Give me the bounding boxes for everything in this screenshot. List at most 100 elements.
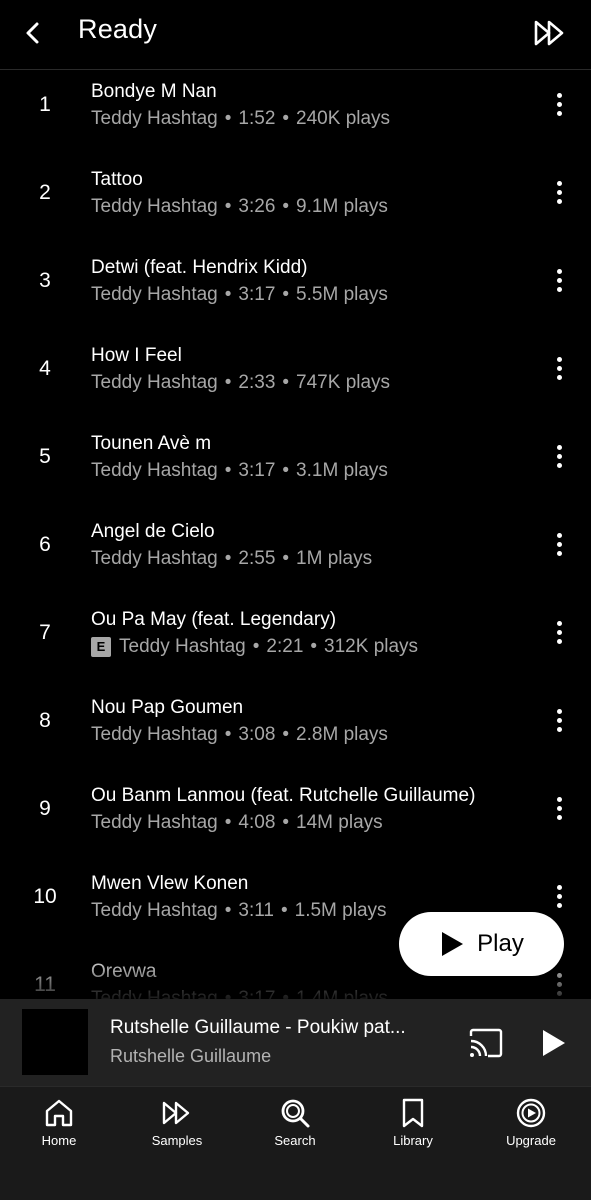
meta-separator: • <box>224 900 232 921</box>
more-dot <box>556 181 562 186</box>
track-artist: Teddy Hashtag <box>91 108 218 129</box>
more-dot <box>556 463 562 468</box>
library-icon <box>402 1098 424 1128</box>
nav-search[interactable]: Search <box>245 1097 345 1157</box>
mini-player[interactable]: Rutshelle Guillaume - Poukiw pat... Ruts… <box>0 999 591 1086</box>
track-row[interactable]: 8 Nou Pap Goumen Teddy Hashtag • 3:08 • … <box>0 687 591 775</box>
nav-library[interactable]: Library <box>363 1097 463 1157</box>
meta-separator: • <box>224 724 232 745</box>
more-dot <box>556 542 562 547</box>
play-icon <box>442 932 464 956</box>
track-number: 1 <box>39 93 51 116</box>
track-artist: Teddy Hashtag <box>91 372 218 393</box>
nav-home[interactable]: Home <box>9 1097 109 1157</box>
more-options-button[interactable] <box>549 973 569 999</box>
track-row[interactable]: 4 How I Feel Teddy Hashtag • 2:33 • 747K… <box>0 335 591 423</box>
more-options-button[interactable] <box>549 621 569 647</box>
track-meta: Teddy Hashtag • 1:52 • 240K plays <box>91 108 390 130</box>
track-row[interactable]: 5 Tounen Avè m Teddy Hashtag • 3:17 • 3.… <box>0 423 591 511</box>
track-plays: 3.1M plays <box>296 460 388 481</box>
track-number: 9 <box>39 797 51 820</box>
nav-samples[interactable]: Samples <box>127 1097 227 1157</box>
meta-separator: • <box>224 196 232 217</box>
meta-separator: • <box>224 284 232 305</box>
skip-forward-button[interactable] <box>533 18 567 48</box>
track-title: Ou Banm Lanmou (feat. Rutchelle Guillaum… <box>91 785 476 806</box>
more-dot <box>556 533 562 538</box>
back-button[interactable] <box>18 16 48 50</box>
more-dot <box>556 797 562 802</box>
bottom-nav: Home Samples Search Library Upgrade <box>0 1086 591 1200</box>
now-playing-title: Rutshelle Guillaume - Poukiw pat... <box>110 1017 406 1038</box>
mini-play-button[interactable] <box>538 1027 568 1059</box>
play-button[interactable]: Play <box>399 912 564 976</box>
track-row[interactable]: 3 Detwi (feat. Hendrix Kidd) Teddy Hasht… <box>0 247 591 335</box>
track-row[interactable]: 1 Bondye M Nan Teddy Hashtag • 1:52 • 24… <box>0 71 591 159</box>
home-icon <box>45 1099 73 1127</box>
meta-separator: • <box>224 548 232 569</box>
track-number: 8 <box>39 709 51 732</box>
chevron-left-icon <box>26 22 39 44</box>
track-duration: 1:52 <box>238 108 276 129</box>
play-icon <box>543 1030 565 1056</box>
track-row[interactable]: 9 Ou Banm Lanmou (feat. Rutchelle Guilla… <box>0 775 591 863</box>
track-plays: 2.8M plays <box>296 724 388 745</box>
track-number: 2 <box>39 181 51 204</box>
meta-separator: • <box>224 108 232 129</box>
now-playing-artist: Rutshelle Guillaume <box>110 1046 272 1066</box>
more-dot <box>556 630 562 635</box>
track-artist: Teddy Hashtag <box>91 724 218 745</box>
more-dot <box>556 621 562 626</box>
more-dot <box>556 709 562 714</box>
more-dot <box>556 102 562 107</box>
more-dot <box>556 982 562 987</box>
track-number: 5 <box>39 445 51 468</box>
header-bar: Ready <box>0 0 591 70</box>
more-options-button[interactable] <box>549 797 569 823</box>
track-meta: Teddy Hashtag • 3:17 • 1.4M plays <box>91 988 388 999</box>
track-artist: Teddy Hashtag <box>91 196 218 217</box>
more-dot <box>556 991 562 996</box>
more-options-button[interactable] <box>549 269 569 295</box>
more-dot <box>556 269 562 274</box>
track-duration: 3:17 <box>238 988 276 999</box>
track-meta: Teddy Hashtag • 3:17 • 3.1M plays <box>91 460 388 482</box>
track-artist: Teddy Hashtag <box>91 460 218 481</box>
track-duration: 4:08 <box>238 812 276 833</box>
explicit-badge: E <box>91 637 111 657</box>
track-plays: 312K plays <box>324 636 419 657</box>
more-options-button[interactable] <box>549 181 569 207</box>
nav-upgrade[interactable]: Upgrade <box>481 1097 581 1157</box>
more-options-button[interactable] <box>549 885 569 911</box>
meta-separator: • <box>282 284 290 305</box>
track-meta: Teddy Hashtag • 3:08 • 2.8M plays <box>91 724 388 746</box>
track-duration: 2:33 <box>238 372 276 393</box>
track-plays: 1.4M plays <box>296 988 388 999</box>
track-row[interactable]: 7 Ou Pa May (feat. Legendary) E Teddy Ha… <box>0 599 591 687</box>
upgrade-icon <box>516 1098 546 1128</box>
track-title: Angel de Cielo <box>91 521 215 542</box>
more-options-button[interactable] <box>549 709 569 735</box>
track-title: Nou Pap Goumen <box>91 697 244 718</box>
nav-search-label: Search <box>274 1133 316 1148</box>
more-dot <box>556 903 562 908</box>
more-dot <box>556 111 562 116</box>
cast-button[interactable] <box>468 1027 504 1059</box>
album-art <box>22 1009 88 1075</box>
track-meta: Teddy Hashtag • 3:26 • 9.1M plays <box>91 196 388 218</box>
more-dot <box>556 287 562 292</box>
more-dot <box>556 885 562 890</box>
track-number: 11 <box>34 973 56 996</box>
meta-separator: • <box>224 372 232 393</box>
meta-separator: • <box>282 196 290 217</box>
track-row[interactable]: 6 Angel de Cielo Teddy Hashtag • 2:55 • … <box>0 511 591 599</box>
track-row[interactable]: 2 Tattoo Teddy Hashtag • 3:26 • 9.1M pla… <box>0 159 591 247</box>
more-options-button[interactable] <box>549 445 569 471</box>
track-duration: 3:08 <box>238 724 276 745</box>
track-meta: Teddy Hashtag • 2:33 • 747K plays <box>91 372 390 394</box>
more-dot <box>556 199 562 204</box>
cast-icon <box>469 1028 503 1058</box>
more-options-button[interactable] <box>549 93 569 119</box>
more-options-button[interactable] <box>549 357 569 383</box>
more-options-button[interactable] <box>549 533 569 559</box>
